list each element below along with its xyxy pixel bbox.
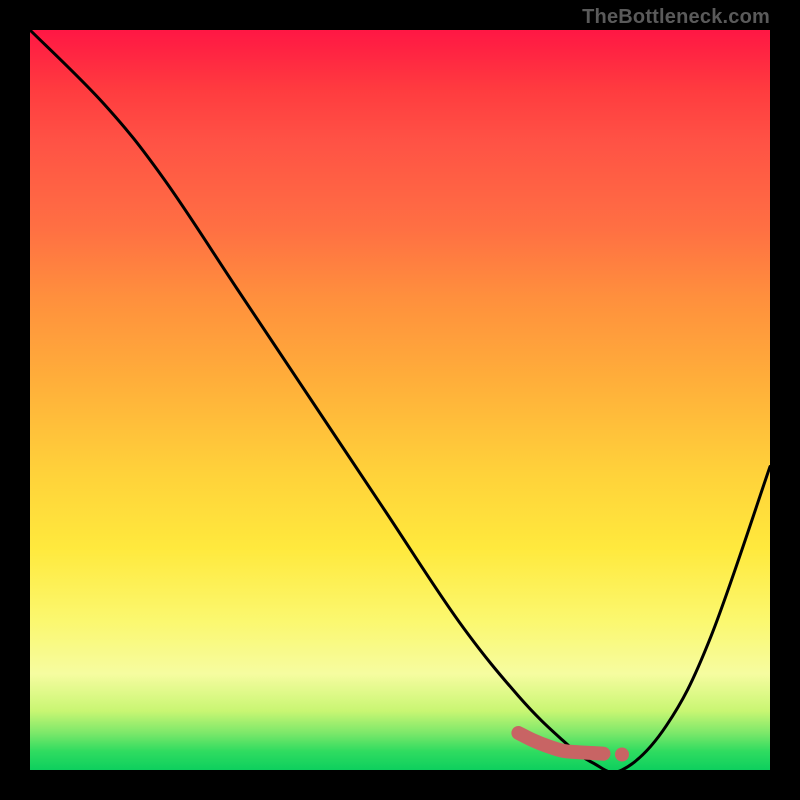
chart-stage: TheBottleneck.com <box>0 0 800 800</box>
highlight-segment <box>518 733 603 754</box>
plot-area <box>30 30 770 770</box>
chart-svg <box>30 30 770 770</box>
watermark-text: TheBottleneck.com <box>582 6 770 29</box>
highlight-dot <box>615 748 629 762</box>
bottleneck-curve <box>30 30 770 772</box>
